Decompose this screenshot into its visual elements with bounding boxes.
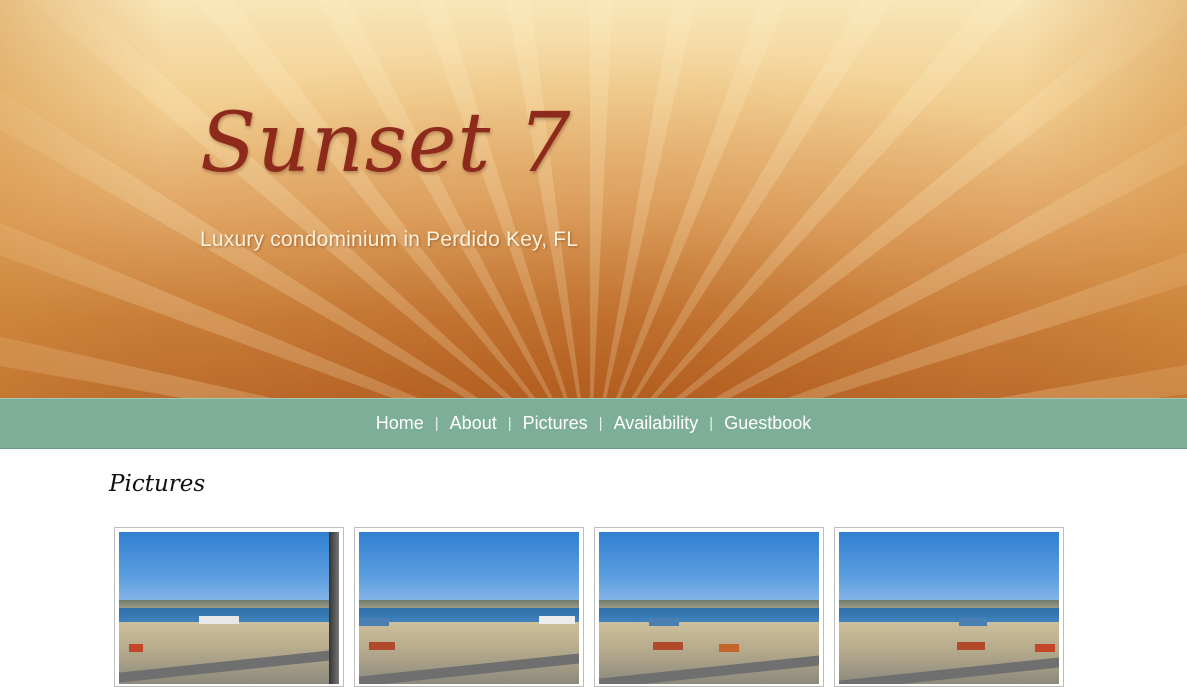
nav-separator: | (434, 415, 439, 432)
nav-pictures-link[interactable]: Pictures (515, 413, 596, 434)
nav-about-link[interactable]: About (442, 413, 505, 434)
nav-guestbook-link[interactable]: Guestbook (716, 413, 819, 434)
nav-separator: | (709, 415, 714, 432)
condo-view-photo (119, 532, 339, 684)
condo-view-photo (599, 532, 819, 684)
site-title: Sunset 7 (200, 96, 572, 191)
gallery-thumbnail[interactable] (114, 527, 344, 687)
nav-availability-link[interactable]: Availability (606, 413, 707, 434)
header-banner: Sunset 7 Luxury condominium in Perdido K… (0, 0, 1187, 398)
photo-gallery (114, 527, 1064, 687)
page-title: Pictures (109, 471, 206, 497)
gallery-thumbnail[interactable] (834, 527, 1064, 687)
site-tagline: Luxury condominium in Perdido Key, FL (200, 228, 579, 251)
nav-separator: | (598, 415, 603, 432)
nav-home-link[interactable]: Home (368, 413, 432, 434)
banner-vignette (0, 0, 1187, 398)
condo-view-photo (839, 532, 1059, 684)
nav-separator: | (507, 415, 512, 432)
main-nav: Home | About | Pictures | Availability |… (0, 398, 1187, 449)
gallery-thumbnail[interactable] (354, 527, 584, 687)
gallery-thumbnail[interactable] (594, 527, 824, 687)
condo-view-photo (359, 532, 579, 684)
